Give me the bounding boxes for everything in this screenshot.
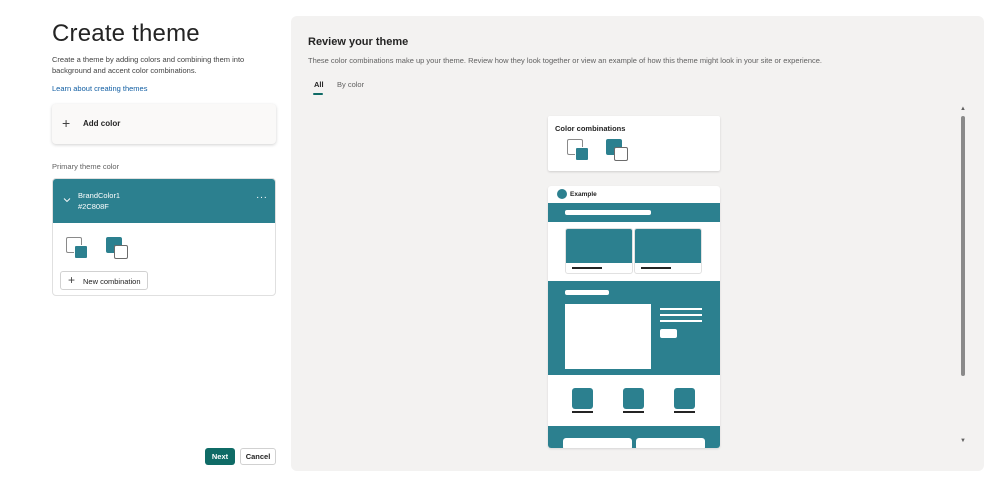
review-title: Review your theme (308, 36, 409, 48)
scroll-up-arrow-icon[interactable]: ▲ (960, 106, 966, 112)
swatch-front (614, 147, 628, 161)
primary-theme-color-label: Primary theme color (52, 162, 120, 171)
review-description: These color combinations make up your th… (308, 56, 823, 65)
swatch-front (575, 147, 589, 161)
left-panel: Create theme Create a theme by adding co… (0, 0, 290, 478)
color-combinations-label: Color combinations (555, 124, 626, 133)
add-color-button[interactable]: + Add color (52, 104, 276, 144)
scrollbar-thumb[interactable] (961, 116, 965, 376)
preview-feature-text-line (660, 308, 702, 310)
combination-dark-swatch (606, 139, 630, 163)
preview-card (565, 228, 633, 274)
new-combination-label: New combination (83, 277, 141, 286)
create-theme-screen: Create theme Create a theme by adding co… (0, 0, 999, 478)
brand-color-card: BrandColor1 #2C808F ··· + New combinatio… (52, 178, 276, 296)
page-title: Create theme (52, 20, 200, 47)
combination-dark-swatch[interactable] (106, 237, 130, 261)
preview-feature-button (660, 329, 677, 338)
page-description: Create a theme by adding colors and comb… (52, 55, 245, 75)
new-combination-button[interactable]: + New combination (60, 271, 148, 290)
preview-footer-card (563, 438, 632, 448)
scrollbar[interactable]: ▲ ▼ (959, 106, 967, 448)
selected-tab-indicator (313, 93, 323, 95)
tab-by-color[interactable]: By color (337, 80, 364, 89)
cancel-button[interactable]: Cancel (240, 448, 276, 465)
combination-light-swatch[interactable] (66, 237, 90, 261)
swatch-front (74, 245, 88, 259)
preview-feature-text-line (660, 320, 702, 322)
example-preview: Example (548, 186, 720, 448)
preview-icon-caption-bar (623, 411, 644, 413)
chevron-down-icon[interactable] (63, 196, 71, 204)
preview-feature-title-bar (565, 290, 609, 295)
plus-icon: + (62, 115, 71, 131)
preview-card-image (635, 229, 701, 263)
preview-card-text-bar (641, 267, 671, 269)
preview-icon-tile (623, 388, 644, 409)
preview-feature-image (565, 304, 651, 369)
preview-icon-caption-bar (674, 411, 695, 413)
scroll-down-arrow-icon[interactable]: ▼ (960, 438, 966, 444)
tab-all[interactable]: All (314, 80, 324, 89)
plus-icon: + (68, 273, 76, 287)
review-panel: Review your theme These color combinatio… (291, 16, 984, 471)
preview-card-text-bar (572, 267, 602, 269)
preview-card (634, 228, 702, 274)
preview-feature-text-line (660, 314, 702, 316)
color-combinations-card: Color combinations (548, 116, 720, 171)
preview-icon-tile (674, 388, 695, 409)
combination-light-swatch (567, 139, 591, 163)
example-site-logo (557, 189, 567, 199)
preview-card-image (566, 229, 632, 263)
brand-color-hex: #2C808F (78, 202, 109, 211)
example-label: Example (570, 191, 597, 198)
brand-color-header[interactable]: BrandColor1 #2C808F ··· (53, 179, 275, 223)
swatch-front (114, 245, 128, 259)
add-color-label: Add color (83, 119, 121, 128)
learn-about-themes-link[interactable]: Learn about creating themes (52, 84, 147, 93)
preview-icon-caption-bar (572, 411, 593, 413)
more-options-icon[interactable]: ··· (256, 192, 268, 203)
next-button[interactable]: Next (205, 448, 235, 465)
preview-footer-card (636, 438, 705, 448)
brand-color-name: BrandColor1 (78, 191, 121, 200)
preview-icon-tile (572, 388, 593, 409)
preview-header-text-bar (565, 210, 651, 215)
